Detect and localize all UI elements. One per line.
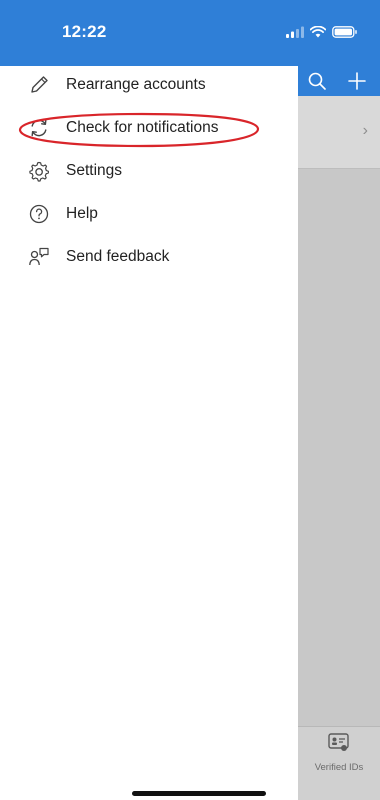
menu-item-label: Help	[66, 205, 98, 222]
menu-item-settings[interactable]: Settings	[0, 152, 298, 192]
menu-item-rearrange-accounts[interactable]: Rearrange accounts	[0, 66, 298, 106]
gear-icon	[29, 161, 49, 182]
side-drawer: Rearrange accounts Check for notificatio…	[0, 66, 298, 800]
chevron-right-icon: ›	[362, 122, 368, 139]
menu-item-help[interactable]: Help	[0, 195, 298, 235]
cellular-signal-icon	[286, 26, 304, 38]
id-card-icon	[328, 733, 349, 751]
wifi-icon	[310, 26, 326, 38]
tab-verified-ids[interactable]: Verified IDs	[298, 726, 380, 800]
pencil-icon	[31, 76, 48, 93]
add-icon[interactable]	[348, 72, 366, 90]
header-actions	[308, 66, 366, 96]
home-indicator[interactable]	[132, 791, 266, 796]
menu-item-label: Send feedback	[66, 248, 170, 265]
menu-item-send-feedback[interactable]: Send feedback	[0, 238, 298, 278]
status-time: 12:22	[62, 22, 107, 41]
menu-item-label: Rearrange accounts	[66, 76, 206, 93]
feedback-icon	[29, 247, 49, 266]
tab-label: Verified IDs	[314, 762, 364, 773]
menu-item-check-notifications[interactable]: Check for notifications	[0, 109, 298, 149]
menu-item-label: Settings	[66, 162, 123, 179]
refresh-icon	[31, 119, 47, 137]
menu-item-label: Check for notifications	[66, 119, 219, 136]
status-bar: 12:22	[0, 0, 380, 66]
app-screen: 12:22 › Verified IDs Rearrange accounts …	[0, 0, 380, 800]
status-icons	[286, 26, 358, 38]
battery-icon	[332, 26, 357, 38]
help-icon	[29, 204, 49, 224]
search-icon[interactable]	[308, 72, 326, 90]
